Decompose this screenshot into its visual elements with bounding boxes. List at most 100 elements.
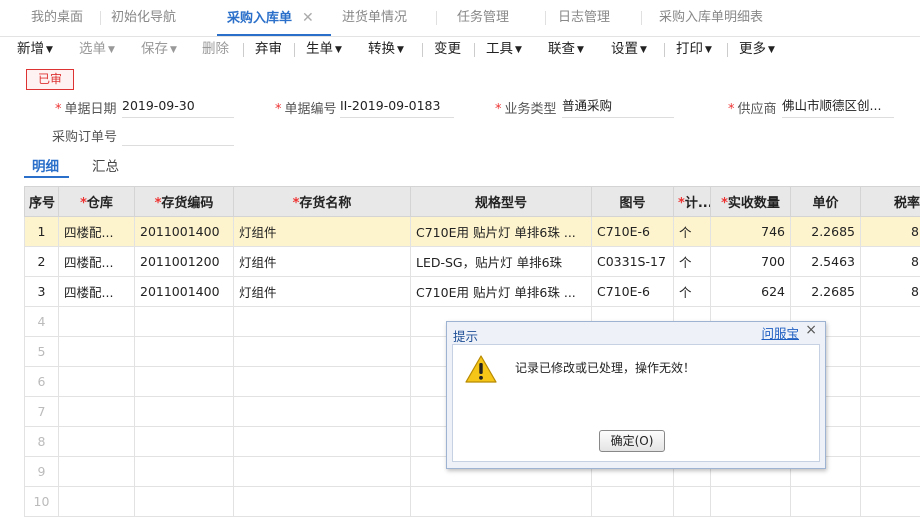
ok-button[interactable]: 确定(O)	[599, 430, 665, 452]
abandon-audit-button[interactable]: 弃审	[255, 36, 282, 63]
cell-warehouse[interactable]: 四楼配...	[58, 216, 135, 247]
cell-spec[interactable]: LED-SG，贴片灯 单排6珠	[410, 246, 592, 277]
cell-spec[interactable]: C710E用 贴片灯 单排6珠 ...	[410, 276, 592, 307]
linked-query-button[interactable]: 联查 ▼	[548, 36, 584, 63]
cell-tax[interactable]: 8	[860, 246, 920, 277]
tab-my-desktop[interactable]: 我的桌面	[31, 0, 83, 36]
cell-drawing[interactable]: C0331S-17	[591, 246, 674, 277]
table-row[interactable]: 2 四楼配... 2011001200 灯组件 LED-SG，贴片灯 单排6珠 …	[24, 246, 920, 277]
save-button[interactable]: 保存 ▼	[141, 36, 177, 63]
cell-warehouse[interactable]: 四楼配...	[58, 246, 135, 277]
cell-seq: 4	[24, 306, 59, 337]
tab-separator	[545, 11, 546, 25]
dialog-message: 记录已修改或已处理，操作无效！	[515, 361, 696, 375]
cell-warehouse[interactable]: 四楼配...	[58, 276, 135, 307]
po-field[interactable]	[122, 125, 234, 146]
col-drawing[interactable]: 图号	[591, 186, 674, 217]
cell-qty[interactable]: 746	[710, 216, 791, 247]
cell-code[interactable]: 2011001200	[134, 246, 234, 277]
code-label: * 单据编号	[275, 102, 337, 117]
cell-unit[interactable]: 个	[673, 216, 711, 247]
cell-name[interactable]: 灯组件	[233, 246, 411, 277]
tab-purchase-status[interactable]: 进货单情况	[342, 0, 407, 36]
toolbar-separator	[664, 43, 665, 57]
cell-code[interactable]: 2011001400	[134, 276, 234, 307]
change-button[interactable]: 变更	[434, 36, 461, 63]
col-name[interactable]: *存货名称	[233, 186, 411, 217]
alert-dialog: 提示 问服宝 × 记录已修改或已处理，操作无效！ 确定(O)	[446, 321, 826, 469]
supplier-field[interactable]: 佛山市顺德区创...	[782, 97, 894, 118]
cell-unit[interactable]: 个	[673, 276, 711, 307]
generate-button[interactable]: 生单 ▼	[306, 36, 342, 63]
convert-button[interactable]: 转换 ▼	[368, 36, 404, 63]
date-label: * 单据日期	[55, 102, 117, 117]
print-button[interactable]: 打印 ▼	[676, 36, 712, 63]
cell-spec[interactable]: C710E用 贴片灯 单排6珠 ...	[410, 216, 592, 247]
toolbar-separator	[294, 43, 295, 57]
chevron-down-icon: ▼	[46, 45, 53, 55]
chevron-down-icon: ▼	[108, 45, 115, 55]
tab-purchase-receipt[interactable]: 采购入库单 ✕	[217, 0, 331, 36]
supplier-label: * 供应商	[728, 102, 777, 117]
po-label: 采购订单号	[52, 130, 118, 145]
chevron-down-icon: ▼	[640, 45, 647, 55]
tab-init-nav[interactable]: 初始化导航	[111, 0, 176, 36]
cell-unit[interactable]: 个	[673, 246, 711, 277]
cell-seq: 5	[24, 336, 59, 367]
add-button[interactable]: 新增 ▼	[17, 36, 53, 63]
cell-qty[interactable]: 624	[710, 276, 791, 307]
chevron-down-icon: ▼	[515, 45, 522, 55]
cell-seq: 7	[24, 396, 59, 427]
cell-tax[interactable]: 8	[860, 216, 920, 247]
dialog-body: 记录已修改或已处理，操作无效！ 确定(O)	[452, 344, 820, 462]
table-row[interactable]: 1 四楼配... 2011001400 灯组件 C710E用 贴片灯 单排6珠 …	[24, 216, 920, 247]
col-spec[interactable]: 规格型号	[410, 186, 592, 217]
col-price[interactable]: 单价	[790, 186, 861, 217]
biztype-field[interactable]: 普通采购	[562, 97, 674, 118]
cell-drawing[interactable]: C710E-6	[591, 216, 674, 247]
close-icon[interactable]: ✕	[302, 10, 314, 26]
chevron-down-icon: ▼	[397, 45, 404, 55]
tab-purchase-receipt-label: 采购入库单	[227, 11, 293, 26]
cell-price[interactable]: 2.5463	[790, 246, 861, 277]
col-seq[interactable]: 序号	[24, 186, 59, 217]
cell-name[interactable]: 灯组件	[233, 216, 411, 247]
more-button[interactable]: 更多 ▼	[739, 36, 775, 63]
tools-button[interactable]: 工具 ▼	[486, 36, 522, 63]
code-field[interactable]: II-2019-09-0183	[340, 97, 454, 118]
toolbar-separator	[422, 43, 423, 57]
cell-name[interactable]: 灯组件	[233, 276, 411, 307]
select-button[interactable]: 选单 ▼	[79, 36, 115, 63]
toolbar-separator	[474, 43, 475, 57]
cell-tax[interactable]: 8	[860, 276, 920, 307]
cell-code[interactable]: 2011001400	[134, 216, 234, 247]
chevron-down-icon: ▼	[335, 45, 342, 55]
tab-bar: 我的桌面 初始化导航 采购入库单 ✕ 进货单情况 任务管理 日志管理 采购入库单明…	[0, 0, 920, 37]
col-code[interactable]: *存货编码	[134, 186, 234, 217]
cell-drawing[interactable]: C710E-6	[591, 276, 674, 307]
cell-seq: 6	[24, 366, 59, 397]
table-row-empty[interactable]: 10	[24, 486, 920, 517]
cell-seq: 3	[24, 276, 59, 307]
col-unit[interactable]: *计...	[673, 186, 711, 217]
help-link[interactable]: 问服宝	[761, 323, 799, 342]
tab-receipt-detail[interactable]: 采购入库单明细表	[659, 0, 763, 36]
cell-price[interactable]: 2.2685	[790, 276, 861, 307]
cell-qty[interactable]: 700	[710, 246, 791, 277]
toolbar-separator	[727, 43, 728, 57]
tab-task-manage[interactable]: 任务管理	[457, 0, 509, 36]
cell-price[interactable]: 2.2685	[790, 216, 861, 247]
tab-detail[interactable]: 明细	[32, 155, 59, 175]
settings-button[interactable]: 设置 ▼	[611, 36, 647, 63]
table-row[interactable]: 3 四楼配... 2011001400 灯组件 C710E用 贴片灯 单排6珠 …	[24, 276, 920, 307]
delete-button[interactable]: 删除	[202, 36, 229, 63]
col-tax[interactable]: 税率	[860, 186, 920, 217]
date-field[interactable]: 2019-09-30	[122, 97, 234, 118]
col-qty[interactable]: *实收数量	[710, 186, 791, 217]
close-icon[interactable]: ×	[805, 322, 817, 338]
tab-log-manage[interactable]: 日志管理	[558, 0, 610, 36]
tab-separator	[641, 11, 642, 25]
tab-summary[interactable]: 汇总	[92, 155, 119, 175]
col-warehouse[interactable]: *仓库	[58, 186, 135, 217]
chevron-down-icon: ▼	[768, 45, 775, 55]
